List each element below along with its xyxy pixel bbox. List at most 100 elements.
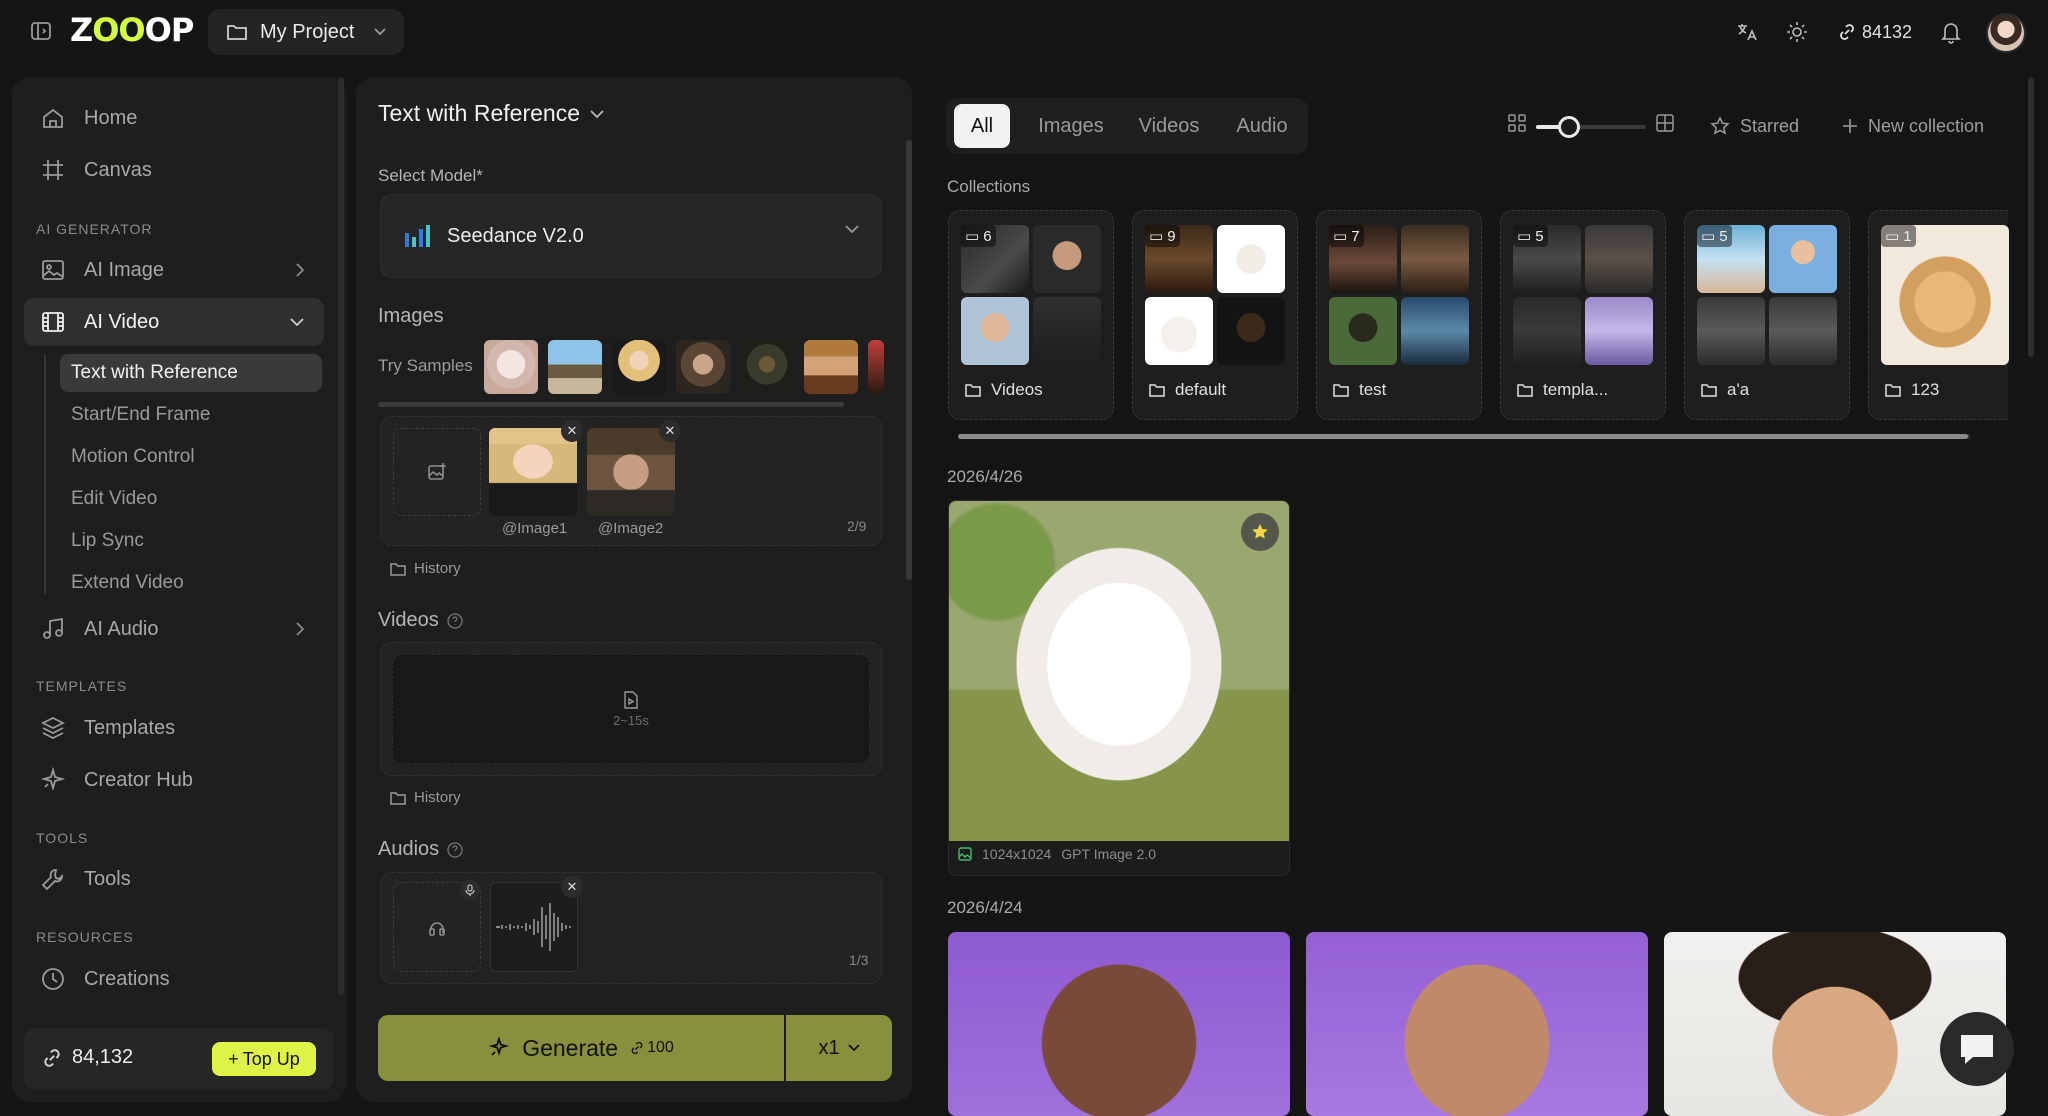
sample-image[interactable] bbox=[740, 340, 794, 394]
collection-name: 123 bbox=[1911, 380, 1940, 399]
sparkle-icon bbox=[40, 767, 66, 793]
images-history-link[interactable]: History bbox=[390, 560, 461, 577]
nav-home[interactable]: Home bbox=[24, 94, 324, 142]
sidebar-scrollbar[interactable] bbox=[338, 77, 344, 995]
collection-card[interactable]: ▭ 6 Videos bbox=[948, 210, 1114, 420]
chat-support-button[interactable] bbox=[1940, 1012, 2014, 1086]
folder-icon: ▭ bbox=[965, 228, 980, 245]
subnav-edit-video[interactable]: Edit Video bbox=[60, 480, 322, 518]
collection-name-row: templa... bbox=[1517, 380, 1608, 400]
help-icon[interactable] bbox=[447, 612, 463, 629]
reference-image-1[interactable] bbox=[489, 428, 577, 516]
history-label: History bbox=[414, 560, 461, 577]
user-avatar[interactable] bbox=[1986, 13, 2026, 53]
collection-name: default bbox=[1175, 380, 1227, 399]
theme-sun-icon[interactable] bbox=[1786, 18, 1808, 46]
subnav-motion-control[interactable]: Motion Control bbox=[60, 438, 322, 476]
remove-image-1-button[interactable]: ✕ bbox=[561, 420, 583, 442]
bell-icon[interactable] bbox=[1940, 18, 1962, 46]
tab-images[interactable]: Images bbox=[1026, 104, 1116, 148]
tab-all[interactable]: All bbox=[954, 104, 1010, 148]
add-image-button[interactable] bbox=[393, 428, 481, 516]
nav-tools[interactable]: Tools bbox=[24, 855, 324, 903]
nav-templates[interactable]: Templates bbox=[24, 704, 324, 752]
collection-card[interactable]: ▭ 5 a'a bbox=[1684, 210, 1850, 420]
collection-thumb bbox=[1401, 225, 1469, 293]
small-grid-icon[interactable] bbox=[1508, 114, 1526, 132]
nav-ai-image-label: AI Image bbox=[84, 258, 165, 281]
panel-scrollbar[interactable] bbox=[906, 140, 912, 580]
project-selector[interactable]: My Project bbox=[208, 9, 404, 55]
zoom-slider-track[interactable] bbox=[1536, 125, 1646, 129]
generate-cost: 100 bbox=[630, 1039, 674, 1057]
audio-count: 1/3 bbox=[849, 952, 869, 968]
sidebar-toggle-icon[interactable] bbox=[30, 20, 56, 44]
generate-button[interactable]: Generate 100 bbox=[378, 1015, 784, 1081]
chevron-down-icon bbox=[590, 109, 604, 118]
media-card[interactable] bbox=[948, 932, 1290, 1116]
collection-name-row: test bbox=[1333, 380, 1386, 400]
generate-label: Generate bbox=[522, 1034, 619, 1061]
sample-image[interactable] bbox=[484, 340, 538, 394]
remove-image-2-button[interactable]: ✕ bbox=[659, 420, 681, 442]
subnav-text-with-reference[interactable]: Text with Reference bbox=[60, 354, 322, 392]
section-templates: TEMPLATES bbox=[36, 678, 128, 694]
top-up-button[interactable]: + Top Up bbox=[212, 1042, 316, 1076]
sample-image[interactable] bbox=[868, 340, 884, 394]
collection-thumb bbox=[1769, 225, 1837, 293]
subnav-lip-sync[interactable]: Lip Sync bbox=[60, 522, 322, 560]
collection-card[interactable]: ▭ 7 test bbox=[1316, 210, 1482, 420]
videos-history-link[interactable]: History bbox=[390, 789, 461, 806]
large-grid-icon[interactable] bbox=[1656, 114, 1674, 132]
panel-title: Text with Reference bbox=[378, 100, 580, 126]
sample-image[interactable] bbox=[548, 340, 602, 394]
samples-scrollbar[interactable] bbox=[378, 402, 844, 407]
app-logo[interactable]: ZOOOP bbox=[70, 10, 194, 50]
sample-image[interactable] bbox=[612, 340, 666, 394]
collection-card[interactable]: ▭ 1 123 bbox=[1868, 210, 2009, 420]
star-filled-icon[interactable] bbox=[1241, 513, 1279, 551]
folder-icon: ▭ bbox=[1885, 228, 1900, 245]
collection-thumb bbox=[1585, 225, 1653, 293]
nav-creator-hub[interactable]: Creator Hub bbox=[24, 756, 324, 804]
zoom-slider-handle[interactable] bbox=[1558, 116, 1580, 138]
tab-videos[interactable]: Videos bbox=[1126, 104, 1212, 148]
nav-canvas[interactable]: Canvas bbox=[24, 146, 324, 194]
nav-templates-label: Templates bbox=[84, 716, 176, 739]
folder-icon bbox=[1149, 383, 1165, 397]
sample-image[interactable] bbox=[676, 340, 730, 394]
reference-image-2[interactable] bbox=[587, 428, 675, 516]
collection-card[interactable]: ▭ 5 templa... bbox=[1500, 210, 1666, 420]
starred-filter-button[interactable]: Starred bbox=[1710, 112, 1799, 140]
help-icon[interactable] bbox=[447, 841, 463, 858]
collections-scrollbar-thumb[interactable] bbox=[958, 434, 1968, 439]
media-card[interactable] bbox=[948, 500, 1290, 876]
mic-icon[interactable] bbox=[460, 880, 480, 900]
remove-audio-button[interactable]: ✕ bbox=[561, 876, 583, 898]
video-drop-zone[interactable]: 2~15s bbox=[392, 654, 870, 764]
tab-audio[interactable]: Audio bbox=[1224, 104, 1300, 148]
sample-image[interactable] bbox=[804, 340, 858, 394]
nav-creations[interactable]: Creations bbox=[24, 955, 324, 1003]
collection-card[interactable]: ▭ 9 default bbox=[1132, 210, 1298, 420]
media-card[interactable] bbox=[1306, 932, 1648, 1116]
nav-ai-audio-label: AI Audio bbox=[84, 617, 159, 640]
subnav-start-end-frame[interactable]: Start/End Frame bbox=[60, 396, 322, 434]
credits-display[interactable]: 84132 bbox=[1838, 18, 1912, 46]
panel-title-dropdown[interactable]: Text with Reference bbox=[378, 100, 604, 127]
nav-ai-video[interactable]: AI Video bbox=[24, 298, 324, 346]
output-count-select[interactable]: x1 bbox=[786, 1015, 892, 1081]
translate-icon[interactable] bbox=[1736, 18, 1758, 46]
library-scrollbar[interactable] bbox=[2028, 77, 2034, 357]
chevron-down-icon bbox=[290, 318, 304, 326]
top-bar: ZOOOP My Project 84132 bbox=[0, 0, 2048, 64]
chevron-right-icon bbox=[296, 263, 304, 277]
model-select[interactable]: Seedance V2.0 bbox=[380, 194, 882, 278]
new-collection-button[interactable]: New collection bbox=[1842, 112, 1984, 140]
audios-label: Audios bbox=[378, 838, 440, 860]
nav-ai-image[interactable]: AI Image bbox=[24, 246, 324, 294]
subnav-extend-video[interactable]: Extend Video bbox=[60, 564, 322, 602]
nav-ai-audio[interactable]: AI Audio bbox=[24, 605, 324, 653]
collection-count: 6 bbox=[983, 227, 992, 245]
videos-label: Videos bbox=[378, 609, 439, 631]
